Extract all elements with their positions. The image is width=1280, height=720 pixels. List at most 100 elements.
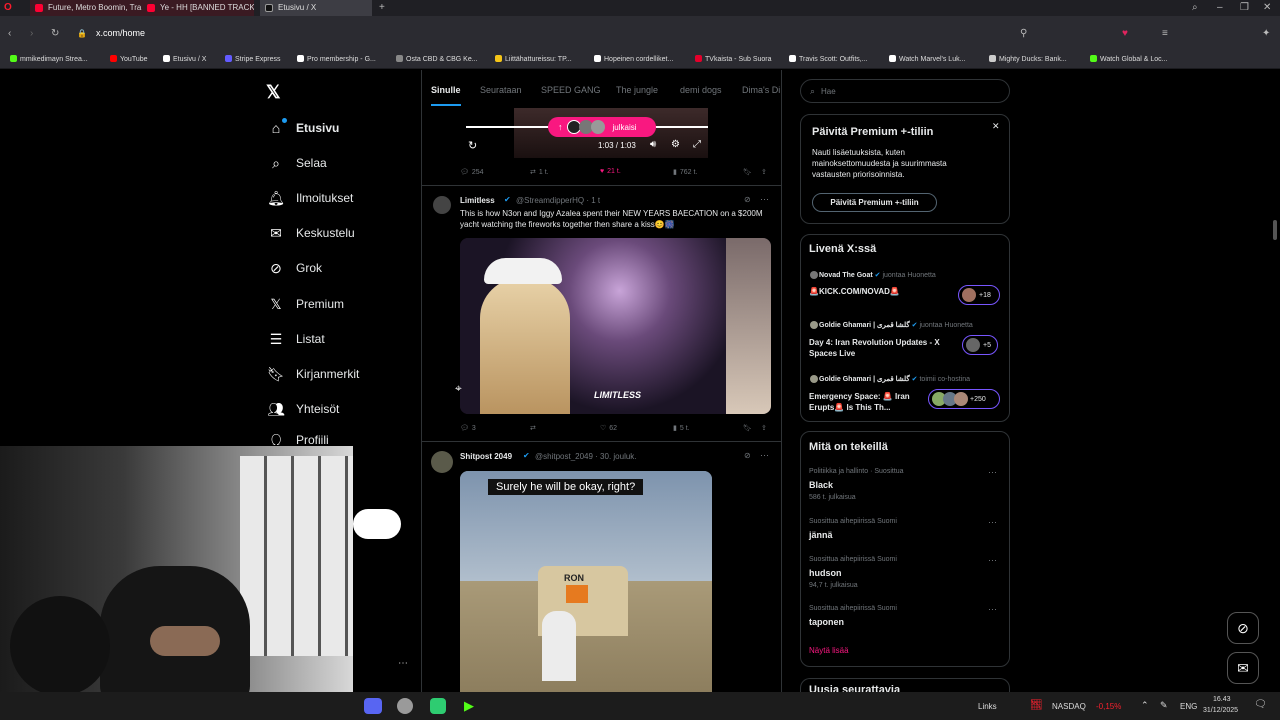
reload-icon[interactable]: ↻ xyxy=(51,29,59,39)
tab-following[interactable]: Seurataan xyxy=(480,85,522,95)
app-icon[interactable] xyxy=(430,698,446,714)
browser-tab[interactable]: Future, Metro Boomin, Tra xyxy=(30,0,142,16)
close-window-icon[interactable]: ✕ xyxy=(1263,3,1271,13)
tab-for-you[interactable]: Sinulle xyxy=(431,85,461,95)
replay-icon[interactable]: ↻ xyxy=(468,139,477,152)
post-handle[interactable]: @shitpost_2049 · 30. jouluk. xyxy=(535,452,637,461)
nav-item-explore[interactable]: ⌕ Selaa xyxy=(268,152,327,174)
bookmark-action[interactable]: 🔖︎ xyxy=(743,424,752,432)
language-indicator[interactable]: ENG xyxy=(1180,702,1197,711)
repost-action[interactable]: ⇄ 1 t. xyxy=(530,168,549,177)
more-options-icon[interactable]: ⋯ xyxy=(988,604,997,615)
nav-item-messages[interactable]: ✉ Keskustelu xyxy=(268,222,355,244)
grok-icon[interactable]: ⊘ xyxy=(744,451,751,460)
nav-item-communities[interactable]: 👥︎ Yhteisöt xyxy=(267,398,339,420)
listener-badge[interactable]: +5 xyxy=(962,335,998,355)
nav-item-profile[interactable]: 👤︎ Profiili xyxy=(268,433,329,445)
heart-icon[interactable]: ♥ xyxy=(1122,29,1128,39)
maximize-icon[interactable]: ❐ xyxy=(1240,3,1249,13)
pen-icon[interactable]: ✎ xyxy=(1160,700,1168,711)
avatar[interactable] xyxy=(433,196,451,214)
bookmark-item[interactable]: Hopeinen cordelliket... xyxy=(594,55,673,63)
nav-item-premium[interactable]: 𝕏 Premium xyxy=(268,293,344,315)
clock-date[interactable]: 31/12/2025 xyxy=(1203,707,1238,714)
trend-name[interactable]: hudson xyxy=(809,568,842,578)
bookmark-item[interactable]: Etusivu / X xyxy=(163,55,206,63)
post-media[interactable]: RON Surely he will be okay, right? xyxy=(460,471,712,692)
app-icon[interactable] xyxy=(397,698,413,714)
nav-item-lists[interactable]: ☰ Listat xyxy=(268,328,325,350)
menu-icon[interactable]: ≡ xyxy=(1162,29,1168,39)
chevron-up-icon[interactable]: ⌃ xyxy=(1141,700,1149,711)
more-options-icon[interactable]: ⋯ xyxy=(760,450,769,461)
nav-item-home[interactable]: ⌂ Etusivu xyxy=(268,117,339,139)
premium-button[interactable]: Päivitä Premium +-tiliin xyxy=(812,193,937,212)
search-tabs-icon[interactable]: ⌕ xyxy=(1192,3,1198,13)
page-scrollbar[interactable] xyxy=(1273,220,1277,240)
repost-action[interactable]: ⇄ xyxy=(530,424,539,432)
show-more-link[interactable]: Näytä lisää xyxy=(809,646,849,655)
close-icon[interactable]: ✕ xyxy=(992,121,1000,132)
bookmark-item[interactable]: Mighty Ducks: Bank... xyxy=(989,55,1067,63)
clock-time[interactable]: 16.43 xyxy=(1213,696,1231,703)
nav-item-bookmarks[interactable]: 🔖︎ Kirjanmerkit xyxy=(267,363,359,385)
more-options-icon[interactable]: ⋯ xyxy=(988,467,997,478)
more-options-icon[interactable]: ⋯ xyxy=(988,517,997,528)
trend-name[interactable]: Black xyxy=(809,480,833,490)
share-action[interactable]: ⇪ xyxy=(761,168,767,176)
extensions-icon[interactable]: ⚲ xyxy=(1020,29,1027,39)
like-action[interactable]: ♡ 62 xyxy=(600,424,617,433)
tab-the-jungle[interactable]: The jungle xyxy=(616,85,658,95)
tab-speed-gang[interactable]: SPEED GANG xyxy=(541,85,601,95)
bookmark-item[interactable]: Stripe Express xyxy=(225,55,281,63)
bookmark-item[interactable]: Travis Scott: Outfits,... xyxy=(789,55,868,63)
live-host[interactable]: Goldie Ghamari | گلشا قمری ✔ toimii co-h… xyxy=(819,375,970,383)
trend-name[interactable]: taponen xyxy=(809,617,844,627)
bookmark-action[interactable]: 🔖︎ xyxy=(743,168,752,176)
listener-badge[interactable]: +250 xyxy=(928,389,1000,409)
grok-icon[interactable]: ⊘ xyxy=(744,195,751,204)
views-action[interactable]: ▮ 762 t. xyxy=(673,168,697,177)
tab-demi-dogs[interactable]: demi dogs xyxy=(680,85,722,95)
bookmark-item[interactable]: Watch Global & Loc... xyxy=(1090,55,1167,63)
live-host[interactable]: Goldie Ghamari | گلشا قمری ✔ juontaa Huo… xyxy=(819,321,973,329)
more-options-icon[interactable]: ⋯ xyxy=(760,194,769,205)
links-label[interactable]: Links xyxy=(978,702,997,711)
like-action[interactable]: ♥ 21 t. xyxy=(600,168,621,175)
discord-icon[interactable] xyxy=(364,698,382,714)
browser-tab[interactable]: Ye - HH [BANNED TRACK] xyxy=(142,0,254,16)
live-item-title[interactable]: Emergency Space: 🚨 Iran Erupts🚨 Is This … xyxy=(809,391,924,413)
posted-pill[interactable]: ↑ julkaisi xyxy=(548,117,656,137)
share-action[interactable]: ⇪ xyxy=(761,424,767,432)
bookmark-item[interactable]: mmikedimayn Strea... xyxy=(10,55,88,63)
avatar[interactable] xyxy=(431,451,453,473)
more-dots-icon[interactable]: ⋯ xyxy=(398,658,408,669)
post-author-name[interactable]: Limitless xyxy=(460,196,495,205)
views-action[interactable]: ▮ 5 t. xyxy=(673,424,690,433)
bookmark-item[interactable]: TVkaista - Sub Suora xyxy=(695,55,772,63)
bookmark-item[interactable]: Watch Marvel's Luk... xyxy=(889,55,965,63)
opera-logo-icon[interactable]: O xyxy=(4,3,12,13)
post-media[interactable]: LIMITLESS xyxy=(460,238,771,414)
trend-name[interactable]: jännä xyxy=(809,530,833,540)
reply-action[interactable]: 💬︎ 3 xyxy=(460,424,476,433)
notification-icon[interactable]: 🗨︎ xyxy=(1254,699,1267,710)
search-input[interactable]: ⌕ Hae xyxy=(800,79,1010,103)
grok-float-button[interactable]: ⊘ xyxy=(1227,612,1259,644)
live-item-title[interactable]: 🚨KICK.COM/NOVAD🚨 xyxy=(809,287,900,296)
url-field[interactable]: x.com/home xyxy=(96,28,145,38)
post-handle[interactable]: @StreamdipperHQ · 1 t xyxy=(516,196,600,205)
new-tab-icon[interactable]: + xyxy=(379,3,385,13)
ticker-name[interactable]: NASDAQ xyxy=(1052,702,1086,711)
forward-icon[interactable]: › xyxy=(30,29,33,39)
more-options-icon[interactable]: ⋯ xyxy=(988,555,997,566)
nav-item-notifications[interactable]: 🔔︎ Ilmoitukset xyxy=(267,187,353,209)
reply-action[interactable]: 💬︎ 254 xyxy=(460,168,484,177)
bookmark-item[interactable]: Liittähattureissu: TP... xyxy=(495,55,572,63)
messages-float-button[interactable]: ✉ xyxy=(1227,652,1259,684)
listener-badge[interactable]: +18 xyxy=(958,285,1000,305)
live-host[interactable]: Novad The Goat ✔ juontaa Huonetta xyxy=(819,271,936,279)
play-icon[interactable]: ▶ xyxy=(464,698,474,714)
bookmark-item[interactable]: YouTube xyxy=(110,55,148,63)
nav-item-grok[interactable]: ⊘ Grok xyxy=(268,257,322,279)
